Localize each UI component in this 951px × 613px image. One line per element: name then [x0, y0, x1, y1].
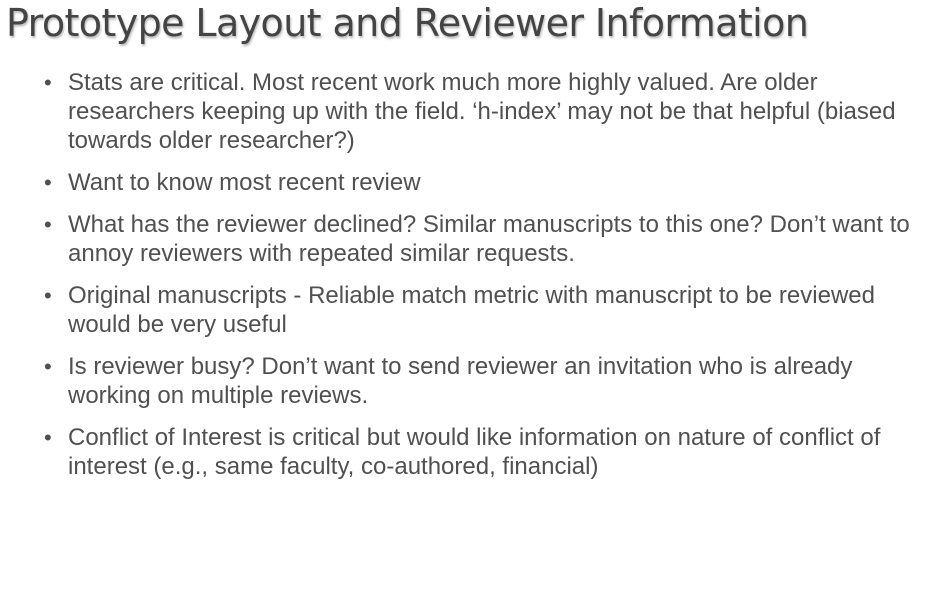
bullet-dot: • — [44, 425, 52, 450]
bullet-item-recent-review: • Want to know most recent review — [40, 168, 930, 197]
slide: Prototype Layout and Reviewer Informatio… — [0, 0, 951, 613]
bullet-text: What has the reviewer declined? Similar … — [68, 211, 910, 267]
bullet-item-original-manuscripts: • Original manuscripts - Reliable match … — [40, 281, 930, 339]
bullet-text: Original manuscripts - Reliable match me… — [68, 282, 875, 338]
bullet-item-conflict-of-interest: • Conflict of Interest is critical but w… — [40, 423, 930, 481]
bullet-item-reviewer-busy: • Is reviewer busy? Don’t want to send r… — [40, 352, 930, 410]
bullet-dot: • — [44, 170, 52, 195]
bullet-text: Stats are critical. Most recent work muc… — [68, 69, 896, 154]
bullet-dot: • — [44, 283, 52, 308]
bullet-list: • Stats are critical. Most recent work m… — [40, 68, 930, 494]
bullet-text: Is reviewer busy? Don’t want to send rev… — [68, 353, 853, 409]
bullet-text: Want to know most recent review — [68, 169, 421, 196]
bullet-dot: • — [44, 70, 52, 95]
slide-title: Prototype Layout and Reviewer Informatio… — [6, 1, 809, 45]
bullet-text: Conflict of Interest is critical but wou… — [68, 424, 881, 480]
bullet-dot: • — [44, 212, 52, 237]
bullet-item-stats: • Stats are critical. Most recent work m… — [40, 68, 930, 155]
bullet-dot: • — [44, 354, 52, 379]
bullet-item-declined: • What has the reviewer declined? Simila… — [40, 210, 930, 268]
